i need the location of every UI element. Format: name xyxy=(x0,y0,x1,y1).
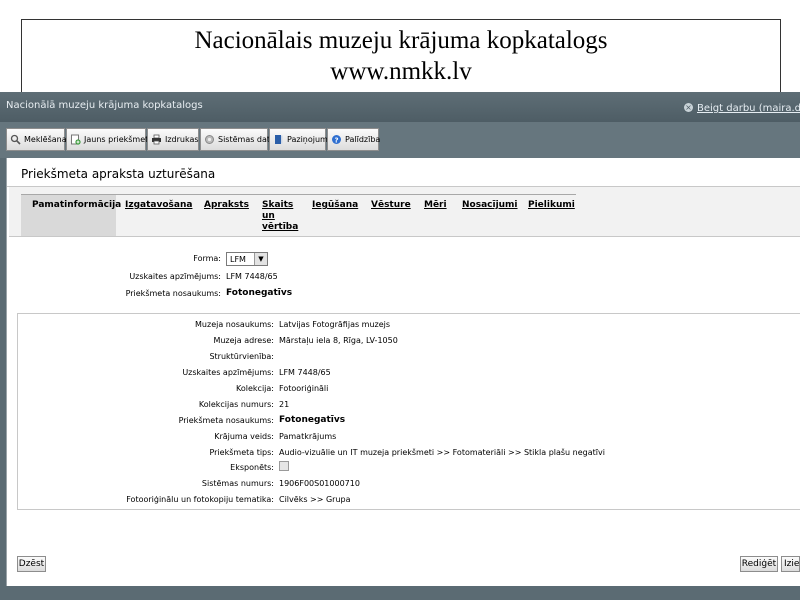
detail-label: Uzskaites apzīmējums: xyxy=(182,368,274,377)
new-document-icon xyxy=(70,134,81,145)
detail-label: Muzeja nosaukums: xyxy=(195,320,274,329)
tab-nosacijumi[interactable]: Nosacījumi xyxy=(462,200,518,211)
slide-title: Nacionālais muzeju krājuma kopkatalogs xyxy=(194,27,608,54)
slide-title-box: Nacionālais muzeju krājuma kopkatalogs w… xyxy=(21,19,781,96)
detail-label: Muzeja adrese: xyxy=(213,336,274,345)
panel-title: Priekšmeta apraksta uzturēšana xyxy=(21,167,216,181)
detail-label: Kolekcijas numurs: xyxy=(198,400,274,409)
detail-label: Eksponēts: xyxy=(230,463,274,472)
detail-value: Fotonegatīvs xyxy=(279,415,346,425)
help-label: Palīdzība xyxy=(345,135,381,144)
slide-url: www.nmkk.lv xyxy=(330,58,472,85)
form-select-value: LFM xyxy=(230,255,246,264)
help-icon: ? xyxy=(331,134,342,145)
exhibited-checkbox[interactable] xyxy=(279,461,289,471)
content-panel: Priekšmeta apraksta uzturēšana Pamatinfo… xyxy=(6,158,800,586)
detail-label: Kolekcija: xyxy=(236,384,274,393)
tab-izgatavosana[interactable]: Izgatavošana xyxy=(125,200,192,211)
accession-value: LFM 7448/65 xyxy=(226,272,278,281)
search-button[interactable]: Meklēšana xyxy=(6,128,67,151)
detail-value: Mārstaļu iela 8, Rīga, LV-1050 xyxy=(279,336,398,345)
print-label: Izdrukas xyxy=(165,135,199,144)
help-button[interactable]: ? Palīdzība xyxy=(327,128,381,151)
detail-label: Priekšmeta nosaukums: xyxy=(178,416,274,425)
detail-value: LFM 7448/65 xyxy=(279,368,331,377)
tab-label-line: Skaits xyxy=(262,200,294,210)
tab-label-line: vērtība xyxy=(262,222,299,232)
tab-vesture[interactable]: Vēsture xyxy=(371,200,411,211)
book-icon xyxy=(273,134,284,145)
tab-pielikumi[interactable]: Pielikumi xyxy=(528,200,575,211)
tab-skaits-un-vertiba[interactable]: Skaits un vērtība xyxy=(262,200,298,233)
detail-label: Krājuma veids: xyxy=(214,432,274,441)
app-title: Nacionālā muzeju krājuma kopkatalogs xyxy=(6,100,203,111)
search-label: Meklēšana xyxy=(24,135,67,144)
form-label: Forma: xyxy=(193,254,221,263)
notices-button[interactable]: Paziņojumi xyxy=(269,128,330,151)
detail-label: Struktūrvienība: xyxy=(209,352,274,361)
chevron-down-icon[interactable]: ▼ xyxy=(254,253,267,265)
edit-button[interactable]: Rediģēt xyxy=(740,556,778,572)
detail-value: Fotooriģināli xyxy=(279,384,329,393)
detail-value: Pamatkrājums xyxy=(279,432,337,441)
form-select[interactable]: LFM ▼ xyxy=(226,252,268,266)
notices-label: Paziņojumi xyxy=(287,135,331,144)
tab-label-line: un xyxy=(262,211,275,221)
detail-label: Fotooriģinālu un fotokopiju tematika: xyxy=(126,495,274,504)
magnifier-icon xyxy=(10,134,21,145)
detail-label: Priekšmeta tips: xyxy=(209,448,274,457)
system-data-label: Sistēmas dati xyxy=(218,135,273,144)
tab-iegusana[interactable]: Iegūšana xyxy=(312,200,358,211)
logout-label: Beigt darbu (maira.dudare xyxy=(697,103,800,114)
print-button[interactable]: Izdrukas xyxy=(147,128,199,151)
toolbar: Meklēšana Jauns priekšmets Izdrukas Sist… xyxy=(0,122,800,158)
exit-button[interactable]: Iziet xyxy=(781,556,800,572)
tab-apraksts[interactable]: Apraksts xyxy=(204,200,249,211)
gear-icon xyxy=(204,134,215,145)
svg-text:?: ? xyxy=(334,136,338,144)
object-name-label: Priekšmeta nosaukums: xyxy=(125,289,221,298)
detail-value: 21 xyxy=(279,400,290,409)
app-header: Nacionālā muzeju krājuma kopkatalogs × Be… xyxy=(0,92,800,122)
details-box xyxy=(17,313,800,510)
detail-value: Audio-vizuālie un IT muzeja priekšmeti >… xyxy=(279,448,605,457)
detail-label: Sistēmas numurs: xyxy=(201,479,274,488)
system-data-button[interactable]: Sistēmas dati xyxy=(200,128,272,151)
tabs-bottom-divider xyxy=(9,236,800,237)
detail-value: 1906F00S01000710 xyxy=(279,479,360,488)
tab-meri[interactable]: Mēri xyxy=(424,200,447,211)
logout-link[interactable]: × Beigt darbu (maira.dudare xyxy=(684,103,800,114)
new-item-button[interactable]: Jauns priekšmets xyxy=(66,128,152,151)
app-window: Nacionālā muzeju krājuma kopkatalogs × Be… xyxy=(0,92,800,600)
close-circle-icon: × xyxy=(684,103,693,112)
delete-button[interactable]: Dzēst xyxy=(17,556,46,572)
printer-icon xyxy=(151,134,162,145)
detail-value: Cilvēks >> Grupa xyxy=(279,495,351,504)
detail-value: Latvijas Fotogrāfijas muzejs xyxy=(279,320,391,329)
new-item-label: Jauns priekšmets xyxy=(84,135,153,144)
tab-pamatinformacija[interactable]: Pamatinformācija xyxy=(21,195,121,237)
accession-label: Uzskaites apzīmējums: xyxy=(129,272,221,281)
object-name-value: Fotonegatīvs xyxy=(226,288,293,298)
